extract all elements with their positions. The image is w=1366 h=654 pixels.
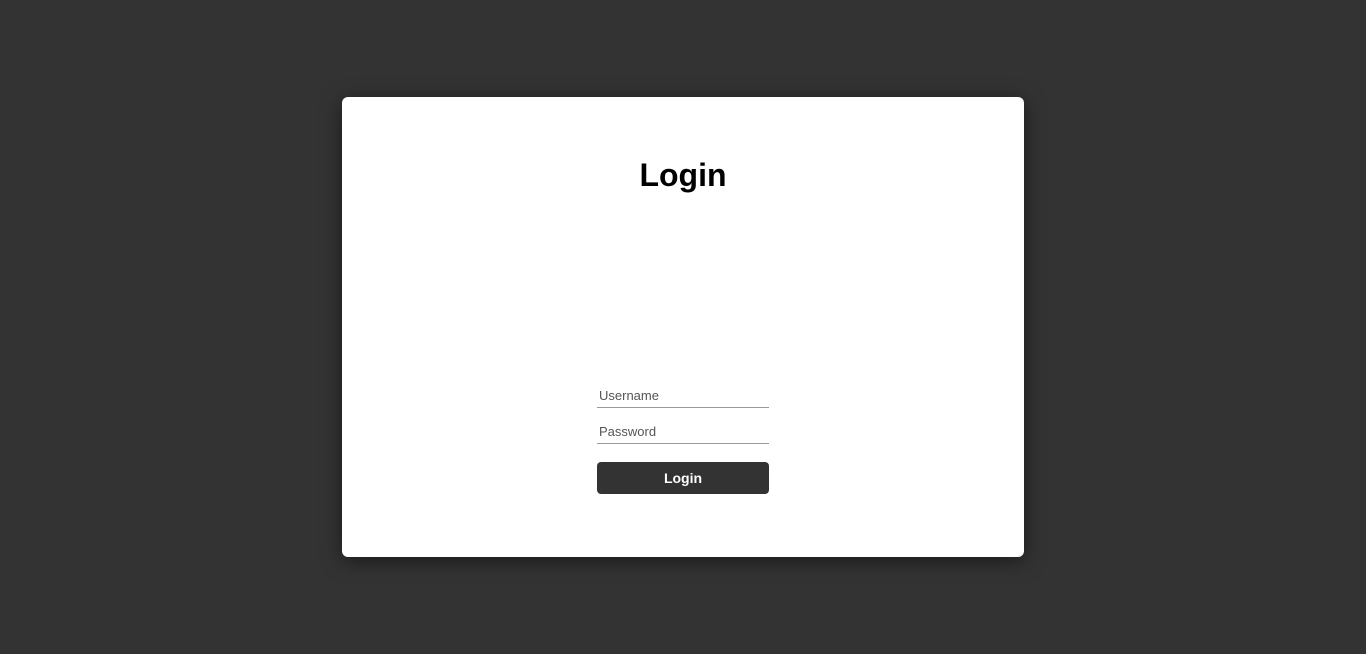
login-button[interactable]: Login bbox=[597, 462, 769, 494]
username-input[interactable] bbox=[597, 384, 769, 408]
login-form: Login bbox=[597, 384, 769, 494]
password-input[interactable] bbox=[597, 420, 769, 444]
login-card: Login Login bbox=[342, 97, 1024, 557]
login-title: Login bbox=[639, 157, 726, 194]
